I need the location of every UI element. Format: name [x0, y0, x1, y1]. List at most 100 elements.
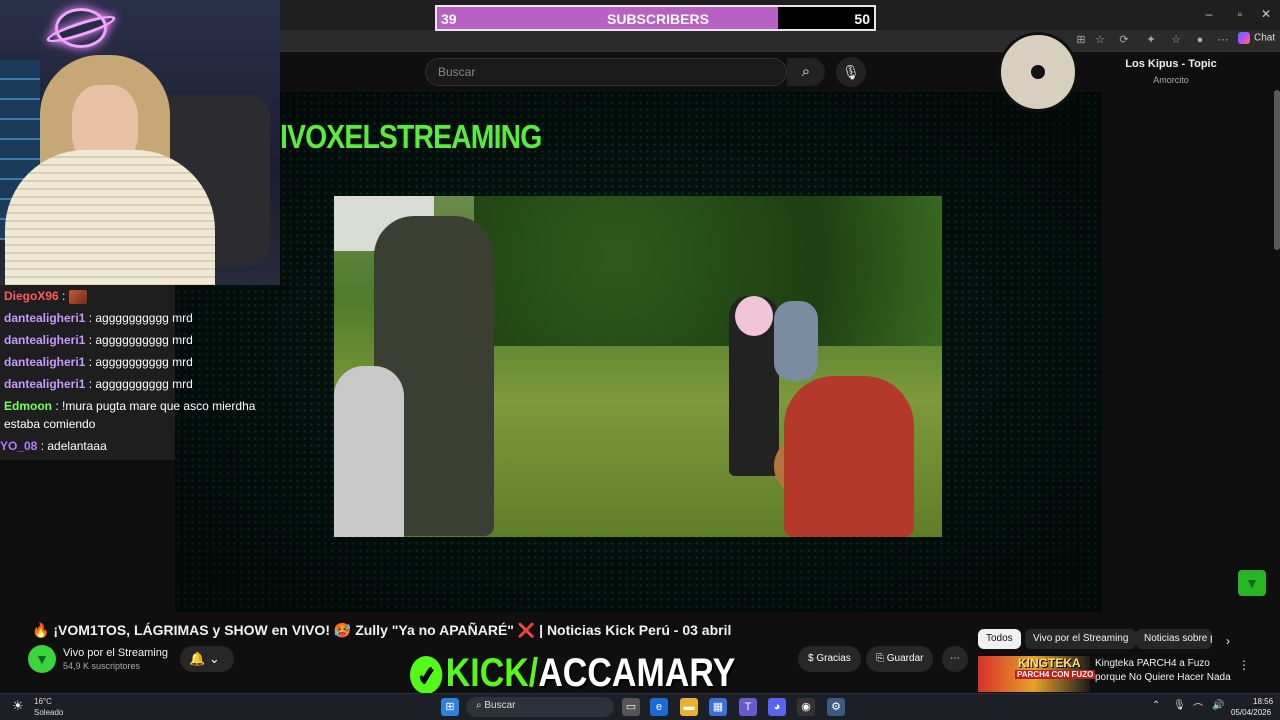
close-icon[interactable]: ✕	[1257, 6, 1275, 22]
chat-separator: :	[52, 399, 63, 413]
puzzle-icon[interactable]: ✦	[1143, 32, 1159, 48]
thanks-button[interactable]: $ Gracias	[798, 646, 861, 672]
overlay-channel-tag: IVOXELSTREAMING	[280, 118, 542, 155]
minimize-icon[interactable]: –	[1200, 6, 1218, 22]
obs-icon[interactable]: ◉	[797, 698, 815, 716]
thumbnail-subtitle: PARCH4 CON FUZO	[1015, 670, 1096, 679]
chat-username[interactable]: YO_08	[0, 439, 37, 453]
video-player[interactable]	[334, 196, 942, 537]
channel-avatar[interactable]: ▼	[28, 645, 56, 673]
subscriber-current: 39	[441, 11, 457, 27]
subscriber-label: SUBSCRIBERS	[607, 11, 709, 27]
recommendation-title[interactable]: Kingteka PARCH4 a Fuzo porque No Quiere …	[1095, 657, 1235, 685]
chat-username[interactable]: Edmoon	[4, 399, 52, 413]
sun-icon: ☀	[12, 698, 24, 713]
save-label: Guardar	[886, 653, 924, 664]
more-actions-button[interactable]: ⋯	[942, 646, 968, 672]
weather-state: Soleado	[34, 708, 64, 717]
chat-username[interactable]: dantealigheri1	[4, 355, 85, 369]
channel-name[interactable]: Vivo por el Streaming	[63, 647, 168, 659]
video-child	[774, 301, 818, 381]
kick-badge-icon: ▼	[1238, 570, 1266, 596]
taskbar-search[interactable]: ⌕ Buscar	[466, 697, 614, 717]
taskbar	[0, 693, 1280, 720]
voice-search-button[interactable]: 🎙	[836, 57, 866, 87]
chat-text: agggggggggg mrd	[95, 311, 193, 325]
kick-handle-banner: ✓ KICK/ACCAMARY	[410, 651, 735, 696]
chat-separator: :	[37, 439, 48, 453]
edge-icon[interactable]: e	[650, 698, 668, 716]
chat-text: agggggggggg mrd	[95, 333, 193, 347]
now-playing-artist: Amorcito	[1153, 75, 1189, 85]
stream-chat: DiegoX96 : dantealigheri1 : agggggggggg …	[0, 285, 280, 465]
discord-icon[interactable]: ◕	[768, 698, 786, 716]
copilot-icon	[1238, 32, 1250, 44]
chat-separator: :	[85, 355, 96, 369]
start-icon[interactable]: ⊞	[441, 698, 459, 716]
scrollbar[interactable]	[1274, 90, 1280, 250]
chat-username[interactable]: dantealigheri1	[4, 311, 85, 325]
volume-icon[interactable]: 🔊	[1212, 700, 1224, 711]
microphone-icon: 🎙	[842, 64, 860, 80]
subscriber-goal: 50	[854, 11, 870, 27]
chevron-right-icon[interactable]: ›	[1226, 634, 1230, 648]
clock-time: 18:56	[1253, 697, 1274, 706]
wifi-icon[interactable]: ⌒	[1193, 700, 1203, 715]
notification-bell-button[interactable]: 🔔 ⌄	[180, 646, 234, 672]
chat-emote-icon	[68, 289, 87, 304]
refresh-icon[interactable]: ⟳	[1116, 32, 1132, 48]
file-explorer-icon[interactable]: ▬	[680, 698, 698, 716]
chat-separator: :	[85, 311, 96, 325]
chip-channel[interactable]: Vivo por el Streaming	[1025, 629, 1137, 649]
thumbnail-title: KINGTEKA	[1018, 656, 1081, 670]
search-icon: ⌕	[801, 63, 811, 80]
clock-date: 05/04/2026	[1231, 708, 1272, 717]
kick-prefix: KICK/	[445, 651, 539, 695]
favorites-icon[interactable]: ☆	[1168, 32, 1184, 48]
maximize-icon[interactable]: ▫	[1231, 6, 1249, 22]
extension-icon[interactable]: ⊞	[1073, 32, 1089, 48]
save-button[interactable]: ⎘ Guardar	[866, 646, 934, 672]
more-icon[interactable]: ⋯	[1215, 32, 1231, 48]
webcam-streamer-sweater	[5, 150, 215, 285]
chat-username[interactable]: dantealigheri1	[4, 377, 85, 391]
profile-icon[interactable]: ●	[1192, 32, 1208, 48]
weather-temp: 16°C	[34, 697, 52, 706]
album-art-vinyl	[998, 32, 1078, 112]
now-playing-title: Los Kipus - Topic	[1125, 58, 1217, 70]
taskbar-search-label: Buscar	[484, 700, 516, 711]
mic-tray-icon[interactable]: 🎙	[1173, 700, 1186, 711]
chat-message: dantealigheri1 : agggggggggg mrd	[4, 375, 274, 393]
chat-text: agggggggggg mrd	[95, 355, 193, 369]
bookmark-icon: ⎘	[876, 653, 887, 664]
chat-label: Chat	[1254, 32, 1276, 44]
chat-message: dantealigheri1 : agggggggggg mrd	[4, 353, 274, 371]
chevron-down-icon: ⌄	[208, 651, 220, 666]
video-trees	[474, 196, 942, 346]
copilot-chat-button[interactable]: Chat	[1238, 32, 1275, 44]
recommendation-menu-icon[interactable]: ⋮	[1238, 658, 1250, 672]
chip-news[interactable]: Noticias sobre p	[1136, 629, 1212, 649]
video-woman	[784, 376, 914, 537]
chip-all[interactable]: Todos	[978, 629, 1021, 649]
chat-text: agggggggggg mrd	[95, 377, 193, 391]
store-icon[interactable]: ▦	[709, 698, 727, 716]
settings-icon[interactable]: ⚙	[827, 698, 845, 716]
kick-handle: ACCAMARY	[538, 651, 736, 695]
task-view-icon[interactable]: ▭	[622, 698, 640, 716]
star-icon[interactable]: ☆	[1092, 32, 1108, 48]
chat-message: YO_08 : adelantaaa	[0, 437, 270, 455]
browser-window: – ▫ ✕ ⊞ ☆ ⟳ ✦ ☆ ● ⋯ Chat 39 SUBSCRIBERS …	[0, 0, 1280, 696]
chat-message: dantealigheri1 : agggggggggg mrd	[4, 331, 274, 349]
bell-icon: 🔔	[189, 651, 206, 666]
chat-username[interactable]: dantealigheri1	[4, 333, 85, 347]
tray-chevron-icon[interactable]: ⌃	[1152, 700, 1160, 711]
more-icon: ⋯	[950, 653, 960, 664]
mask	[735, 296, 773, 336]
teams-icon[interactable]: T	[739, 698, 757, 716]
chat-message: Edmoon : !mura pugta mare que asco mierd…	[4, 397, 274, 433]
search-input[interactable]: Buscar	[425, 58, 787, 86]
channel-subscribers: 54,9 K suscriptores	[63, 661, 141, 671]
search-button[interactable]: ⌕	[787, 58, 825, 86]
chat-username[interactable]: DiegoX96	[4, 289, 59, 303]
